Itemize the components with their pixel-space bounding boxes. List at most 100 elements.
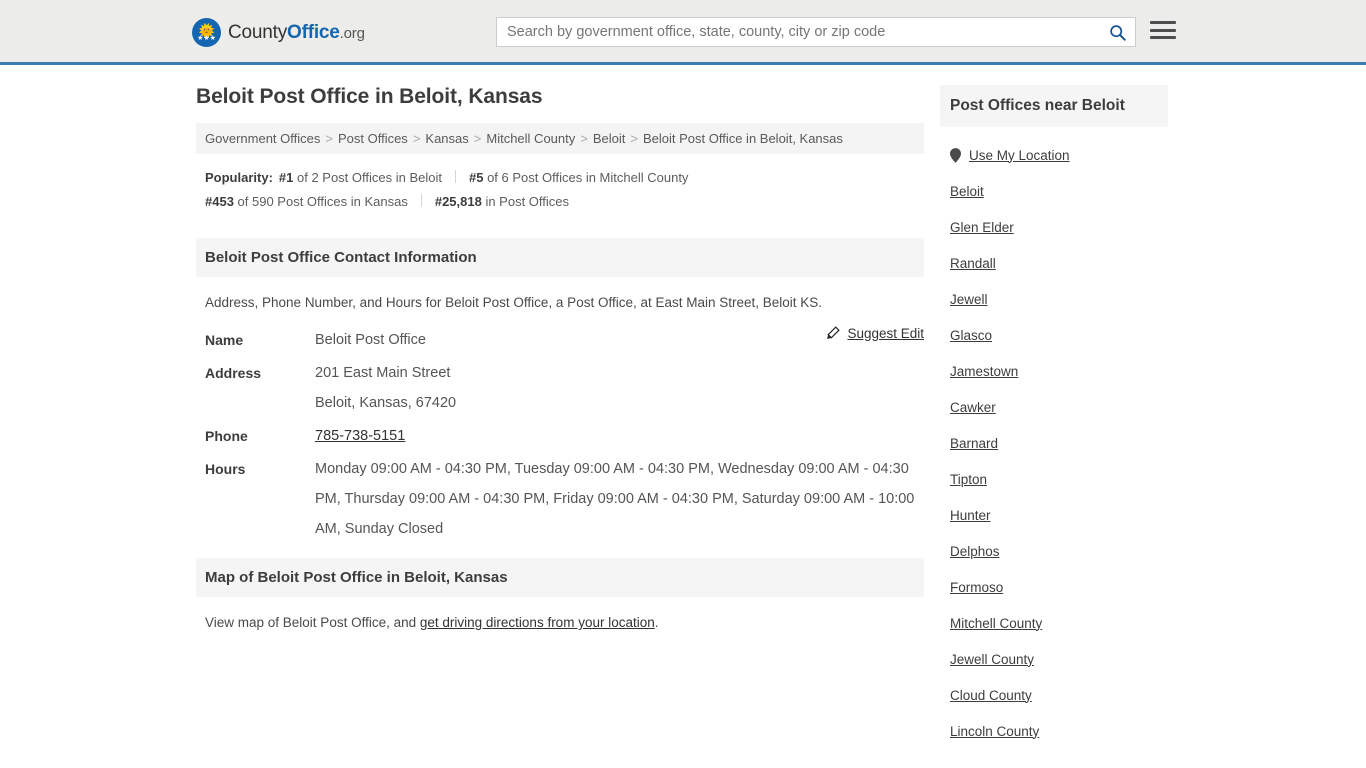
hamburger-bar-3 bbox=[1150, 36, 1176, 39]
site-header: 🌞 ★★★ CountyOffice.org bbox=[0, 0, 1366, 65]
breadcrumb-item-government-offices[interactable]: Government Offices bbox=[205, 131, 320, 146]
sidebar-label: Cloud County bbox=[950, 687, 1032, 703]
detail-row-address: Address 201 East Main Street Beloit, Kan… bbox=[205, 358, 915, 418]
sidebar-label: Jewell bbox=[950, 291, 988, 307]
sidebar-label: Formoso bbox=[950, 579, 1004, 595]
map-section-description: View map of Beloit Post Office, and get … bbox=[196, 597, 924, 639]
contact-section-description: Address, Phone Number, and Hours for Bel… bbox=[205, 295, 823, 310]
sidebar-label: Cawker bbox=[950, 399, 996, 415]
popularity-rank: #5 bbox=[469, 170, 484, 185]
phone-link[interactable]: 785-738-5151 bbox=[315, 428, 405, 444]
popularity-label: Popularity: bbox=[205, 170, 273, 185]
sidebar: Post Offices near Beloit Use My Location… bbox=[940, 85, 1168, 749]
suggest-edit-button[interactable]: Suggest Edit bbox=[825, 326, 924, 341]
popularity-rest: of 2 Post Offices in Beloit bbox=[293, 170, 442, 185]
sidebar-label: Beloit bbox=[950, 183, 984, 199]
site-logo[interactable]: 🌞 ★★★ CountyOffice.org bbox=[192, 18, 365, 47]
breadcrumb-item-beloit[interactable]: Beloit bbox=[593, 131, 626, 146]
sidebar-label: Glen Elder bbox=[950, 219, 1014, 235]
map-text-after: . bbox=[654, 615, 659, 630]
breadcrumb-separator: > bbox=[325, 131, 333, 146]
detail-label-phone: Phone bbox=[205, 428, 248, 444]
popularity-divider bbox=[420, 194, 422, 207]
sidebar-label: Jamestown bbox=[950, 363, 1019, 379]
sidebar-item-glasco[interactable]: Glasco bbox=[950, 317, 1168, 353]
sidebar-label: Randall bbox=[950, 255, 996, 271]
breadcrumb-separator: > bbox=[630, 131, 638, 146]
breadcrumb: Government Offices > Post Offices > Kansas > M… bbox=[196, 123, 924, 154]
hamburger-menu-icon[interactable] bbox=[1150, 19, 1176, 41]
map-text-before: View map of Beloit Post Office, and bbox=[205, 615, 420, 630]
popularity-divider bbox=[455, 170, 456, 183]
search-input[interactable] bbox=[497, 19, 1099, 45]
detail-row-name: Name Beloit Post Office bbox=[205, 325, 915, 355]
breadcrumb-separator: > bbox=[473, 131, 482, 146]
sidebar-item-tipton[interactable]: Tipton bbox=[950, 461, 1168, 497]
address-line-1: 201 East Main Street bbox=[315, 365, 451, 381]
breadcrumb-separator: > bbox=[412, 131, 421, 146]
sidebar-item-jewell-county[interactable]: Jewell County bbox=[950, 641, 1168, 677]
sidebar-item-randall[interactable]: Randall bbox=[950, 245, 1168, 281]
map-section-heading: Map of Beloit Post Office in Beloit, Kan… bbox=[196, 558, 924, 597]
sidebar-list: Use My Location Beloit Glen Elder Randal… bbox=[940, 127, 1168, 749]
sidebar-item-jewell[interactable]: Jewell bbox=[950, 281, 1168, 317]
popularity-rest: in Post Offices bbox=[481, 194, 570, 209]
search-icon bbox=[1109, 24, 1126, 41]
popularity-item-beloit: #1 of 2 Post Offices in Beloit bbox=[279, 170, 442, 185]
popularity-item-all: #25,818 in Post Offices bbox=[435, 194, 569, 209]
detail-row-phone: Phone 785-738-5151 bbox=[205, 421, 915, 451]
popularity-rank: #453 bbox=[205, 194, 234, 209]
detail-value-hours: Monday 09:00 AM - 04:30 PM, Tuesday 09:0… bbox=[315, 461, 915, 537]
popularity-item-kansas: #453 of 590 Post Offices in Kansas bbox=[205, 194, 408, 209]
sidebar-label: Jewell County bbox=[950, 651, 1035, 667]
sidebar-label: Hunter bbox=[950, 507, 991, 523]
hamburger-bar-2 bbox=[1150, 28, 1176, 32]
popularity-rank: #1 bbox=[278, 170, 294, 185]
breadcrumb-item-mitchell-county[interactable]: Mitchell County bbox=[486, 131, 575, 146]
logo-text-org: .org bbox=[339, 24, 365, 42]
breadcrumb-item-post-offices[interactable]: Post Offices bbox=[338, 131, 408, 146]
sidebar-item-lincoln-county[interactable]: Lincoln County bbox=[950, 713, 1168, 749]
popularity-rest: of 590 Post Offices in Kansas bbox=[233, 194, 408, 209]
sidebar-item-delphos[interactable]: Delphos bbox=[950, 533, 1168, 569]
popularity-rest: of 6 Post Offices in Mitchell County bbox=[483, 170, 689, 185]
detail-label-address: Address bbox=[205, 365, 262, 381]
popularity-rankings: Popularity: #1 of 2 Post Offices in Beloi… bbox=[196, 154, 924, 224]
sidebar-item-hunter[interactable]: Hunter bbox=[950, 497, 1168, 533]
logo-text: CountyOffice.org bbox=[228, 22, 365, 44]
contact-section-heading: Beloit Post Office Contact Information bbox=[196, 238, 924, 277]
sidebar-item-cloud-county[interactable]: Cloud County bbox=[950, 677, 1168, 713]
edit-pencil-icon bbox=[825, 326, 841, 341]
breadcrumb-item-kansas[interactable]: Kansas bbox=[425, 131, 468, 146]
detail-row-hours: Hours Monday 09:00 AM - 04:30 PM, Tuesda… bbox=[205, 454, 915, 544]
sidebar-label: Glasco bbox=[950, 327, 993, 343]
page-title: Beloit Post Office in Beloit, Kansas bbox=[196, 85, 543, 108]
eagle-seal-icon: 🌞 ★★★ bbox=[192, 18, 221, 47]
sidebar-item-use-my-location[interactable]: Use My Location bbox=[950, 137, 1168, 173]
search-button[interactable] bbox=[1099, 18, 1135, 46]
suggest-edit-label: Suggest Edit bbox=[847, 326, 924, 341]
detail-value-address: 201 East Main Street Beloit, Kansas, 674… bbox=[315, 358, 915, 418]
popularity-rank: #25,818 bbox=[434, 194, 482, 209]
sidebar-item-barnard[interactable]: Barnard bbox=[950, 425, 1168, 461]
logo-text-office: Office bbox=[287, 21, 340, 43]
main-content: Beloit Post Office in Beloit, Kansas Gov… bbox=[196, 85, 924, 639]
sidebar-label: Mitchell County bbox=[950, 615, 1043, 631]
detail-label-hours: Hours bbox=[205, 461, 246, 477]
sidebar-item-jamestown[interactable]: Jamestown bbox=[950, 353, 1168, 389]
sidebar-item-mitchell-county[interactable]: Mitchell County bbox=[950, 605, 1168, 641]
sidebar-item-beloit[interactable]: Beloit bbox=[950, 173, 1168, 209]
map-pin-icon bbox=[950, 147, 961, 163]
detail-label-name: Name bbox=[205, 332, 244, 348]
sidebar-item-formoso[interactable]: Formoso bbox=[950, 569, 1168, 605]
popularity-item-mitchell-county: #5 of 6 Post Offices in Mitchell County bbox=[469, 170, 688, 185]
sidebar-heading: Post Offices near Beloit bbox=[940, 85, 1168, 127]
contact-details: Suggest Edit Name Beloit Post Office Add… bbox=[196, 319, 924, 544]
sidebar-item-glen-elder[interactable]: Glen Elder bbox=[950, 209, 1168, 245]
hamburger-bar-1 bbox=[1150, 21, 1176, 24]
driving-directions-link[interactable]: get driving directions from your locatio… bbox=[420, 615, 655, 630]
detail-value-phone: 785-738-5151 bbox=[315, 421, 915, 451]
address-line-2: Beloit, Kansas, 67420 bbox=[315, 395, 457, 411]
sidebar-label-use-my-location: Use My Location bbox=[969, 147, 1070, 163]
sidebar-item-cawker[interactable]: Cawker bbox=[950, 389, 1168, 425]
